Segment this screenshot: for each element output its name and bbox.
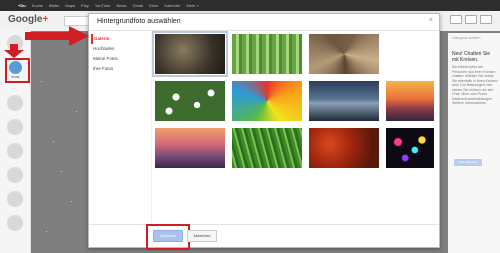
gallery-photo-bamboo[interactable] bbox=[232, 34, 302, 74]
dialog-divider bbox=[89, 30, 439, 31]
events-icon[interactable] bbox=[7, 215, 23, 231]
nav-ihre-fotos[interactable]: Ihre Fotos bbox=[91, 64, 151, 74]
gallery-photo-wood-spiral[interactable] bbox=[309, 34, 379, 74]
nav-meine-fotos[interactable]: Meine Fotos bbox=[91, 54, 151, 64]
top-navigation-bar: +Du Suche Bilder Maps Play YouTube News Gmail Dr… bbox=[0, 0, 500, 11]
top-nav-item[interactable]: Gmail bbox=[133, 3, 143, 8]
explore-icon[interactable] bbox=[7, 95, 23, 111]
gallery-photo-autumn-leaves[interactable] bbox=[309, 128, 379, 168]
top-nav-item[interactable]: Bilder bbox=[49, 3, 59, 8]
profile-icon[interactable] bbox=[9, 61, 22, 74]
header-actions bbox=[450, 15, 492, 24]
hangout-title[interactable]: Hangout starten bbox=[452, 35, 480, 40]
share-button[interactable] bbox=[465, 15, 477, 24]
top-nav-item[interactable]: Play bbox=[81, 3, 89, 8]
circles-icon[interactable] bbox=[7, 143, 23, 159]
annotation-arrow-profile bbox=[4, 44, 24, 58]
dialog-source-nav: Galerie Hochladen Meine Fotos Ihre Fotos bbox=[91, 34, 151, 74]
top-nav-item[interactable]: Kalender bbox=[164, 3, 180, 8]
dialog-title: Hintergrundfoto auswählen bbox=[97, 18, 181, 25]
profile-label[interactable]: Profil bbox=[5, 75, 26, 79]
nav-hochladen[interactable]: Hochladen bbox=[91, 44, 151, 54]
gallery-photo-sunset-sea[interactable] bbox=[386, 81, 434, 121]
dialog-footer bbox=[89, 224, 439, 248]
account-avatar[interactable] bbox=[480, 15, 492, 24]
right-side-panel: Hangout starten Neu! Chatten Sie mit Kre… bbox=[448, 33, 500, 253]
enable-chat-button[interactable]: Chat aktivieren bbox=[454, 159, 482, 166]
gallery-photo-lake-dusk[interactable] bbox=[309, 81, 379, 121]
gallery-photo-white-flowers[interactable] bbox=[155, 81, 225, 121]
top-nav-item[interactable]: Suche bbox=[32, 3, 43, 8]
close-icon[interactable]: × bbox=[429, 17, 433, 24]
annotation-arrow-galerie bbox=[25, 26, 89, 46]
top-nav-item[interactable]: News bbox=[117, 3, 127, 8]
photos-icon[interactable] bbox=[7, 119, 23, 135]
gallery-photo-green-grass[interactable] bbox=[232, 128, 302, 168]
top-nav-item[interactable]: Drive bbox=[149, 3, 158, 8]
notifications-button[interactable] bbox=[450, 15, 462, 24]
gallery-photo-colorful-petals[interactable] bbox=[232, 81, 302, 121]
chat-promo-text: Sie können jetzt mit Personen aus Ihren … bbox=[452, 65, 498, 105]
chat-promo-heading: Neu! Chatten Sie mit Kreisen. bbox=[452, 51, 491, 63]
games-icon[interactable] bbox=[7, 191, 23, 207]
background-photo-dialog: Hintergrundfoto auswählen × Galerie Hoch… bbox=[88, 13, 440, 250]
top-nav-item[interactable]: +Du bbox=[18, 3, 26, 8]
top-nav-item[interactable]: YouTube bbox=[95, 3, 111, 8]
save-button[interactable]: Speichern bbox=[153, 230, 183, 242]
nav-galerie[interactable]: Galerie bbox=[91, 34, 151, 44]
hangouts-icon[interactable] bbox=[7, 167, 23, 183]
top-nav-links: +Du Suche Bilder Maps Play YouTube News Gmail Dr… bbox=[18, 0, 199, 11]
gallery-photo-purple-mountains[interactable] bbox=[155, 128, 225, 168]
cancel-button[interactable]: Abbrechen bbox=[187, 230, 217, 242]
google-plus-logo[interactable]: Google+ bbox=[8, 14, 48, 25]
gallery-photo-bokeh-lights[interactable] bbox=[386, 128, 434, 168]
nav-separator bbox=[151, 31, 152, 225]
top-nav-item[interactable]: Maps bbox=[65, 3, 75, 8]
gallery-photo-pebbles[interactable] bbox=[152, 31, 228, 77]
top-nav-item[interactable]: Mehr » bbox=[186, 3, 198, 8]
